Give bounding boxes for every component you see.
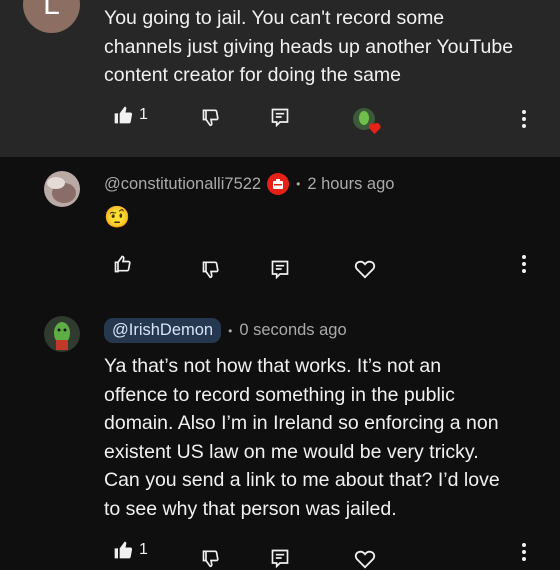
reply-button[interactable] bbox=[270, 107, 290, 127]
thumbs-down-icon bbox=[202, 109, 219, 127]
thumbs-down-icon bbox=[202, 261, 219, 279]
comment-actions: 1 bbox=[0, 105, 560, 135]
member-badge-icon bbox=[267, 173, 290, 195]
like-button[interactable]: 1 bbox=[113, 105, 148, 125]
comment-meta: @constitutionalli7522 • 2 hours ago bbox=[104, 173, 394, 195]
reply-button[interactable] bbox=[270, 259, 290, 279]
comment-meta: @IrishDemon • 0 seconds ago bbox=[104, 318, 347, 343]
heart-outline-icon bbox=[354, 260, 376, 279]
like-count: 1 bbox=[139, 106, 148, 123]
more-options-icon[interactable] bbox=[514, 252, 534, 276]
creator-heart-icon bbox=[353, 108, 381, 134]
comment-author[interactable]: @IrishDemon bbox=[104, 318, 222, 343]
comment-time: 2 hours ago bbox=[307, 174, 395, 193]
avatar[interactable] bbox=[44, 316, 80, 352]
avatar-image bbox=[44, 316, 80, 352]
comment-actions bbox=[0, 254, 560, 284]
thumbs-up-icon bbox=[114, 255, 131, 273]
thumbs-down-icon bbox=[202, 550, 219, 568]
comment-icon bbox=[271, 549, 289, 568]
dislike-button[interactable] bbox=[201, 259, 221, 279]
thumbs-up-filled-icon bbox=[114, 541, 133, 559]
comment-time: 0 seconds ago bbox=[239, 321, 347, 339]
creator-heart bbox=[352, 107, 386, 137]
more-options-icon[interactable] bbox=[514, 540, 534, 564]
thumbs-up-filled-icon bbox=[114, 106, 133, 124]
like-button[interactable] bbox=[113, 254, 133, 274]
comment-icon bbox=[271, 108, 289, 127]
like-button[interactable]: 1 bbox=[113, 540, 148, 560]
heart-button[interactable] bbox=[354, 548, 376, 570]
dislike-button[interactable] bbox=[201, 107, 221, 127]
heart-button[interactable] bbox=[354, 258, 376, 280]
heart-outline-icon bbox=[354, 550, 376, 569]
comment-actions: 1 bbox=[0, 540, 560, 570]
comment-card-1: L You going to jail. You can't record so… bbox=[0, 0, 560, 157]
dislike-button[interactable] bbox=[201, 548, 221, 568]
like-count: 1 bbox=[139, 541, 148, 558]
comment-author[interactable]: @constitutionalli7522 bbox=[104, 175, 261, 194]
comment-icon bbox=[271, 260, 289, 279]
comment-text: 🤨 bbox=[104, 206, 131, 229]
comment-text: Ya that’s not how that works. It’s not a… bbox=[104, 355, 500, 520]
comment-text: You going to jail. You can't record some… bbox=[104, 7, 514, 86]
avatar[interactable] bbox=[44, 171, 80, 207]
avatar[interactable]: L bbox=[23, 0, 80, 33]
reply-button[interactable] bbox=[270, 548, 290, 568]
more-options-icon[interactable] bbox=[514, 107, 534, 131]
avatar-image bbox=[44, 171, 80, 207]
